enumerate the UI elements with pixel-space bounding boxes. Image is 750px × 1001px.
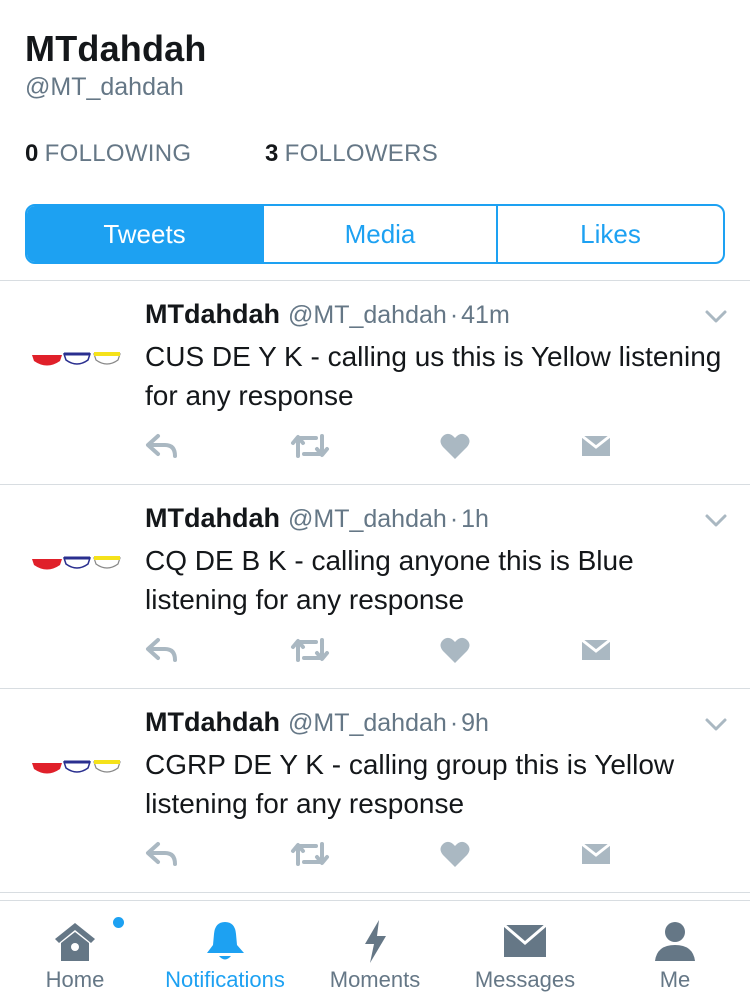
- tweet-text: CUS DE Y K - calling us this is Yellow l…: [145, 341, 722, 411]
- tabbar-messages-label: Messages: [474, 967, 576, 992]
- like-button[interactable]: [440, 429, 470, 463]
- retweet-icon: [291, 638, 329, 662]
- heart-icon: [440, 637, 470, 663]
- envelope-icon: [581, 434, 611, 456]
- tweet-author-name[interactable]: MTdahdah: [145, 707, 280, 737]
- tweet-header: MTdahdah @MT_dahdah · 1h: [145, 503, 489, 534]
- tweet-text: CQ DE B K - calling anyone this is Blue …: [145, 545, 634, 615]
- like-button[interactable]: [440, 837, 470, 871]
- tweet-author-name[interactable]: MTdahdah: [145, 503, 280, 533]
- tabbar-me[interactable]: Me: [625, 901, 725, 1001]
- tabbar-moments[interactable]: Moments: [320, 901, 430, 1001]
- separator-dot: ·: [449, 505, 459, 533]
- reply-button[interactable]: [145, 837, 179, 871]
- separator-dot: ·: [449, 709, 459, 737]
- reply-button[interactable]: [145, 633, 179, 667]
- heart-icon: [440, 841, 470, 867]
- tweet[interactable]: MTdahdah @MT_dahdah · 9h CGRP DE Y K - call…: [0, 689, 750, 893]
- retweet-button[interactable]: [290, 837, 330, 871]
- envelope-icon: [581, 638, 611, 660]
- tweet-author-name[interactable]: MTdahdah: [145, 299, 280, 329]
- tweet-text: CGRP DE Y K - calling group this is Yell…: [145, 749, 675, 819]
- profile-header: MTdahdah @MT_dahdah 0 FOLLOWING 3 FOLLOWER…: [0, 0, 750, 280]
- direct-message-button[interactable]: [580, 633, 612, 667]
- tab-media[interactable]: Media: [262, 206, 496, 262]
- tab-tweets[interactable]: Tweets: [27, 206, 262, 262]
- tabbar-notifications[interactable]: Notifications: [150, 901, 300, 1001]
- tweet-author-handle[interactable]: @MT_dahdah: [288, 505, 447, 533]
- tabbar-home-label: Home: [45, 967, 105, 992]
- tweet-header: MTdahdah @MT_dahdah · 41m: [145, 299, 510, 330]
- tabbar-moments-label: Moments: [329, 967, 421, 992]
- following-count: 0: [25, 140, 39, 167]
- tweet-header: MTdahdah @MT_dahdah · 9h: [145, 707, 489, 738]
- chevron-down-icon[interactable]: [704, 717, 728, 733]
- lightning-icon: [365, 920, 386, 963]
- separator-dot: ·: [449, 301, 459, 329]
- tweet-actions: [0, 837, 750, 871]
- avatar[interactable]: [32, 757, 122, 779]
- followers-count: 3: [265, 140, 279, 167]
- tabbar-home[interactable]: Home: [15, 901, 135, 1001]
- reply-icon: [146, 434, 177, 458]
- person-icon: [655, 922, 695, 961]
- tweet-author-handle[interactable]: @MT_dahdah: [288, 709, 447, 737]
- retweet-button[interactable]: [290, 429, 330, 463]
- avatar[interactable]: [32, 349, 122, 371]
- following-count-link[interactable]: 0 FOLLOWING: [25, 140, 191, 168]
- retweet-button[interactable]: [290, 633, 330, 667]
- followers-count-link[interactable]: 3 FOLLOWERS: [265, 140, 438, 168]
- tabbar-notifications-label: Notifications: [165, 967, 285, 992]
- retweet-icon: [291, 842, 329, 866]
- tweet-author-handle[interactable]: @MT_dahdah: [288, 301, 447, 329]
- tabbar-me-label: Me: [659, 967, 691, 992]
- home-unread-dot: [113, 917, 124, 928]
- home-icon: [55, 923, 95, 961]
- envelope-icon: [581, 842, 611, 864]
- profile-display-name: MTdahdah: [25, 28, 207, 69]
- reply-icon: [146, 842, 177, 866]
- tweet-list: MTdahdah @MT_dahdah · 41m CUS DE Y K - call…: [0, 280, 750, 893]
- retweet-icon: [291, 434, 329, 458]
- reply-button[interactable]: [145, 429, 179, 463]
- following-label: FOLLOWING: [44, 140, 192, 167]
- tweet-timestamp: 41m: [461, 301, 510, 329]
- like-button[interactable]: [440, 633, 470, 667]
- tweet-timestamp: 9h: [461, 709, 489, 737]
- envelope-icon: [503, 923, 547, 957]
- tabbar-messages[interactable]: Messages: [460, 901, 590, 1001]
- bell-icon: [207, 922, 244, 960]
- followers-label: FOLLOWERS: [284, 140, 439, 167]
- tweet-timestamp: 1h: [461, 505, 489, 533]
- tab-likes[interactable]: Likes: [496, 206, 723, 262]
- tweet[interactable]: MTdahdah @MT_dahdah · 41m CUS DE Y K - call…: [0, 281, 750, 485]
- heart-icon: [440, 433, 470, 459]
- direct-message-button[interactable]: [580, 837, 612, 871]
- bottom-tab-bar: Home Notifications Moments Messages Me: [0, 900, 750, 1001]
- tweet-actions: [0, 429, 750, 463]
- tweet[interactable]: MTdahdah @MT_dahdah · 1h CQ DE B K - callin…: [0, 485, 750, 689]
- chevron-down-icon[interactable]: [704, 309, 728, 325]
- avatar[interactable]: [32, 553, 122, 575]
- tweet-actions: [0, 633, 750, 667]
- profile-tabs: Tweets Media Likes: [25, 204, 725, 264]
- chevron-down-icon[interactable]: [704, 513, 728, 529]
- direct-message-button[interactable]: [580, 429, 612, 463]
- profile-handle: @MT_dahdah: [25, 73, 184, 101]
- reply-icon: [146, 638, 177, 662]
